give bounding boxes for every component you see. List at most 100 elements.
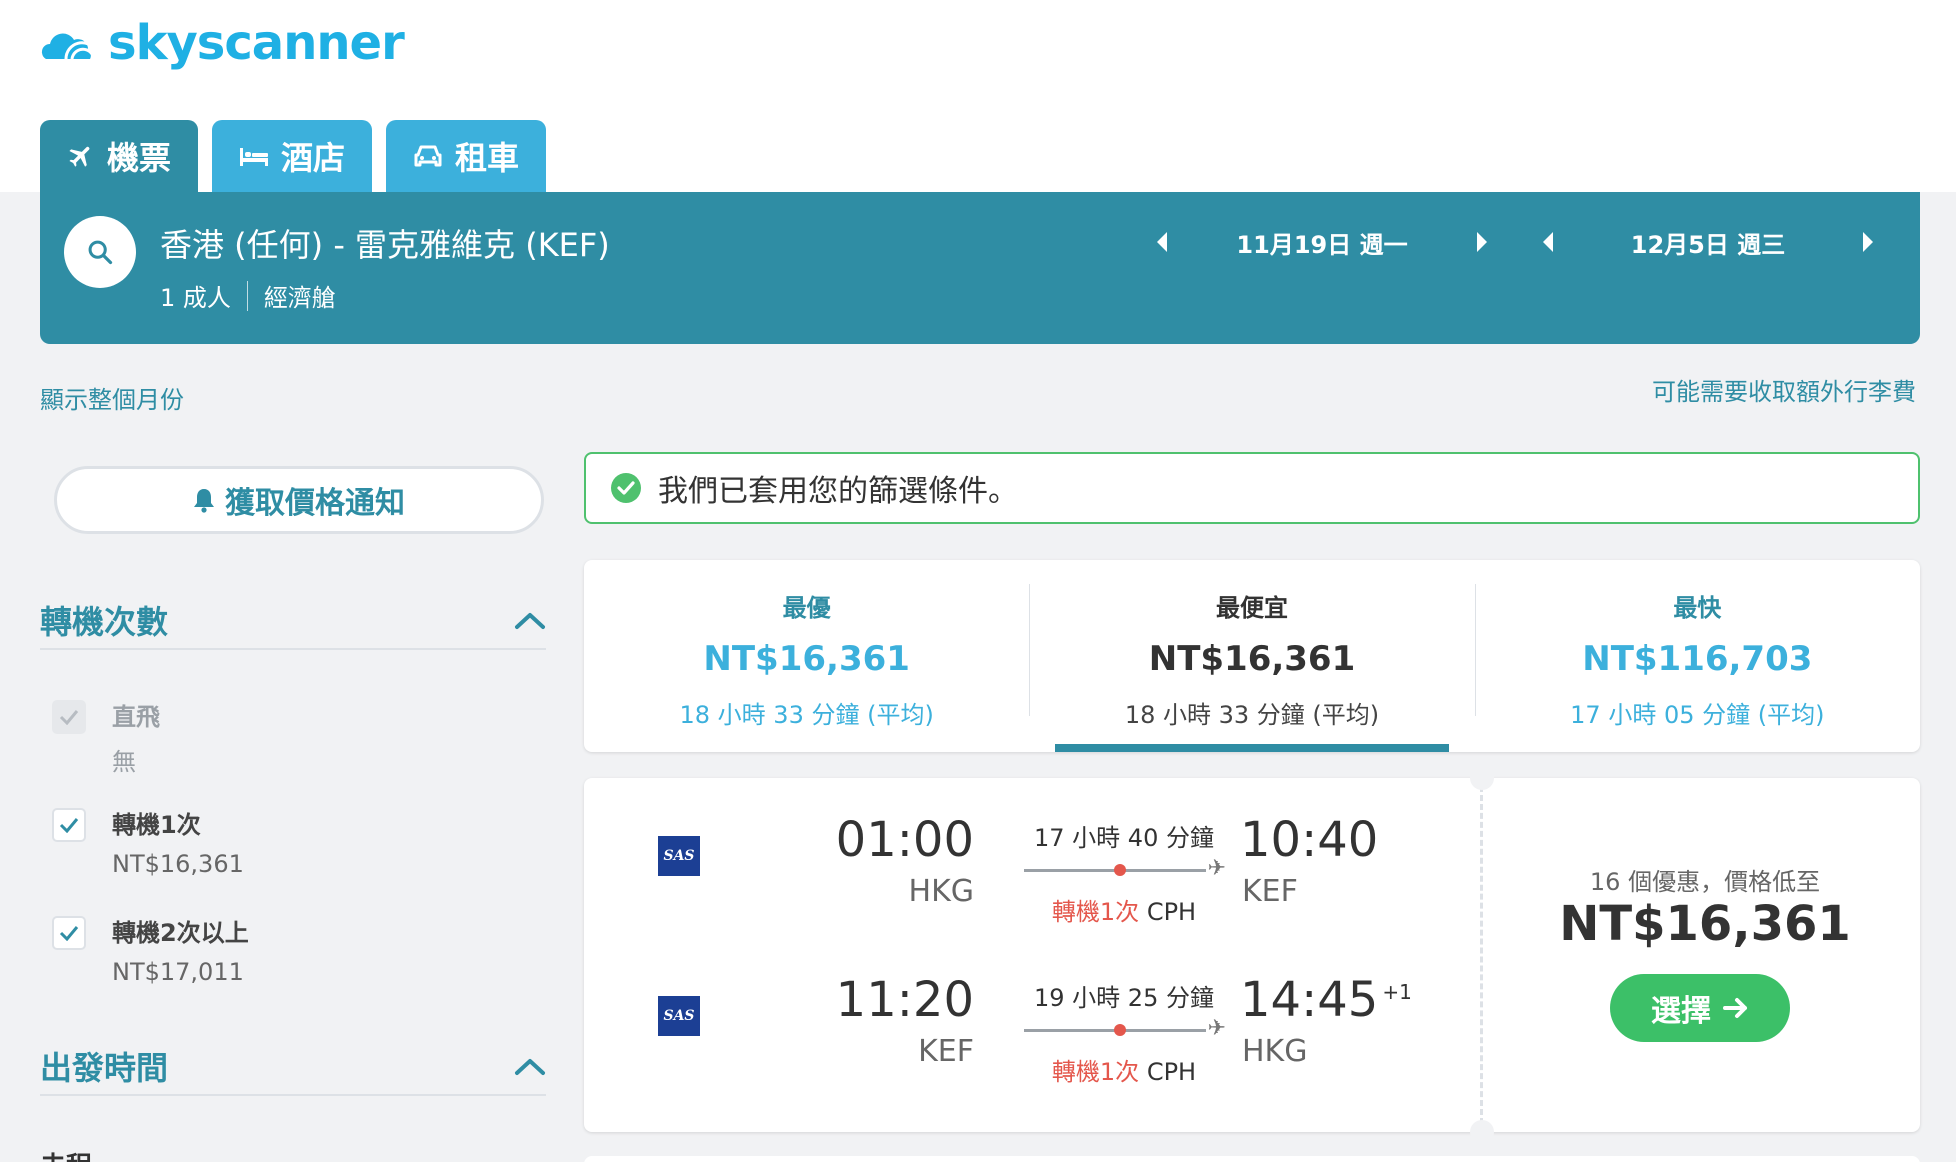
sort-duration: 18 小時 33 分鐘 (平均)	[1124, 701, 1380, 729]
car-icon	[414, 145, 442, 167]
price-alert-label: 獲取價格通知	[225, 486, 405, 521]
sort-price: NT$116,703	[1582, 639, 1813, 679]
lowest-price: NT$16,361	[1559, 896, 1851, 952]
filters-applied-notice: 我們已套用您的篩選條件。	[584, 452, 1920, 524]
skyscanner-logo[interactable]: skyscanner	[40, 10, 405, 76]
baggage-fees-link[interactable]: 可能需要收取額外行李費	[1652, 372, 1916, 407]
checkmark-icon	[59, 710, 79, 725]
outbound-prev-day-button[interactable]	[1142, 222, 1182, 262]
departure-airport: KEF	[918, 1034, 974, 1069]
tab-car-hire[interactable]: 租車	[386, 120, 546, 192]
one-stop-checkbox[interactable]	[52, 808, 86, 842]
plane-icon	[69, 146, 90, 167]
stop-option-direct: 直飛 無	[52, 700, 160, 777]
route-line: ✈	[1024, 856, 1226, 881]
return-leg: SAS 11:20 KEF 19 小時 25 分鐘 ✈ 轉機1次 CPH 14:…	[584, 972, 1464, 1112]
arrival-time: 14:45 +1	[1240, 972, 1412, 1028]
departure-time-filter-header[interactable]: 出發時間	[40, 1038, 546, 1096]
ticket-divider	[1480, 786, 1483, 1124]
departure-time: 01:00	[835, 812, 974, 868]
search-summary-bar: 香港 (任何) - 雷克雅維克 (KEF) 1 成人 經濟艙 11月19日 週一…	[40, 192, 1920, 344]
bell-icon	[194, 489, 214, 513]
tab-flights[interactable]: 機票	[40, 120, 198, 192]
sort-options: 最優 NT$16,361 18 小時 33 分鐘 (平均) 最便宜 NT$16,…	[584, 560, 1920, 752]
show-whole-month-link[interactable]: 顯示整個月份	[40, 380, 184, 415]
chevron-up-icon	[515, 1059, 545, 1075]
edit-search-button[interactable]	[64, 216, 136, 288]
plane-icon: ✈	[1207, 1016, 1226, 1041]
sas-logo: SAS	[658, 996, 700, 1036]
departure-airport: HKG	[908, 874, 974, 909]
return-date[interactable]: 12月5日 週三	[1568, 225, 1848, 260]
stops-filter-header[interactable]: 轉機次數	[40, 592, 546, 650]
product-tabs: 機票 酒店 租車	[40, 120, 546, 192]
tab-hotels[interactable]: 酒店	[212, 120, 372, 192]
stop-option-one-stop[interactable]: 轉機1次 NT$16,361	[52, 808, 244, 878]
flight-duration: 19 小時 25 分鐘	[1034, 984, 1214, 1012]
direct-price: 無	[112, 748, 136, 776]
return-date-nav: 12月5日 週三	[1528, 222, 1888, 262]
plane-icon: ✈	[1207, 856, 1226, 881]
stop-count: 轉機1次	[1051, 1058, 1140, 1086]
stop-info: 轉機1次 CPH	[1024, 892, 1224, 927]
trip-meta[interactable]: 1 成人 經濟艙	[160, 278, 336, 313]
checkmark-icon	[59, 818, 79, 833]
arrival-time: 10:40	[1240, 812, 1382, 868]
brand-name: skyscanner	[108, 15, 405, 71]
select-button[interactable]: 選擇	[1610, 974, 1790, 1042]
select-label: 選擇	[1651, 994, 1711, 1029]
tab-label: 酒店	[280, 139, 345, 177]
stop-dot	[1114, 864, 1126, 876]
divider	[246, 280, 248, 311]
two-plus-stops-label: 轉機2次以上	[112, 919, 249, 947]
direct-checkbox	[52, 700, 86, 734]
route-summary[interactable]: 香港 (任何) - 雷克雅維克 (KEF)	[160, 220, 610, 266]
outbound-leg: SAS 01:00 HKG 17 小時 40 分鐘 ✈ 轉機1次 CPH 10:…	[584, 812, 1464, 952]
outbound-date-nav: 11月19日 週一	[1142, 222, 1502, 262]
sort-fastest[interactable]: 最快 NT$116,703 17 小時 05 分鐘 (平均)	[1474, 560, 1920, 752]
checkmark-icon	[59, 926, 79, 941]
arrival-time-value: 14:45	[1240, 972, 1379, 1028]
passenger-count: 1 成人	[160, 284, 231, 312]
caret-left-icon	[1543, 232, 1553, 252]
arrow-right-icon	[1723, 998, 1747, 1018]
return-prev-day-button[interactable]	[1528, 222, 1568, 262]
stops-filter-title: 轉機次數	[40, 603, 169, 641]
arrival-airport: KEF	[1242, 874, 1298, 909]
outbound-date[interactable]: 11月19日 週一	[1182, 225, 1462, 260]
sort-title: 最快	[1673, 594, 1722, 622]
arrival-time-value: 10:40	[1240, 812, 1379, 868]
sort-price: NT$16,361	[1148, 639, 1356, 679]
one-stop-label: 轉機1次	[112, 811, 201, 839]
price-alert-button[interactable]: 獲取價格通知	[54, 466, 544, 534]
outbound-next-day-button[interactable]	[1462, 222, 1502, 262]
bed-icon	[239, 148, 268, 166]
sort-best[interactable]: 最優 NT$16,361 18 小時 33 分鐘 (平均)	[584, 560, 1029, 752]
one-stop-price: NT$16,361	[112, 850, 244, 878]
selected-tab-indicator	[1055, 744, 1449, 752]
flight-duration: 17 小時 40 分鐘	[1034, 824, 1214, 852]
sort-title: 最優	[782, 594, 831, 622]
arrival-airport: HKG	[1242, 1034, 1308, 1069]
chevron-up-icon	[515, 613, 545, 629]
direct-label: 直飛	[112, 703, 160, 731]
sort-title: 最便宜	[1215, 594, 1288, 622]
search-icon	[88, 240, 113, 265]
stop-option-two-plus-stops[interactable]: 轉機2次以上 NT$17,011	[52, 916, 249, 986]
return-next-day-button[interactable]	[1848, 222, 1888, 262]
outbound-time-label: 去程	[40, 1146, 92, 1162]
sort-cheapest[interactable]: 最便宜 NT$16,361 18 小時 33 分鐘 (平均)	[1029, 560, 1474, 752]
departure-time-filter-title: 出發時間	[40, 1049, 169, 1087]
stop-info: 轉機1次 CPH	[1024, 1052, 1224, 1087]
next-result-card[interactable]	[584, 1156, 1920, 1162]
two-plus-stops-checkbox[interactable]	[52, 916, 86, 950]
notice-text: 我們已套用您的篩選條件。	[658, 474, 1018, 509]
cabin-class: 經濟艙	[263, 284, 336, 312]
stop-dot	[1114, 1024, 1126, 1036]
flight-result-card[interactable]: SAS 01:00 HKG 17 小時 40 分鐘 ✈ 轉機1次 CPH 10:…	[584, 766, 1920, 1144]
tab-label: 租車	[454, 139, 519, 177]
check-circle-icon	[611, 473, 641, 503]
sort-price: NT$16,361	[703, 639, 910, 679]
two-plus-stops-price: NT$17,011	[112, 958, 244, 986]
stop-count: 轉機1次	[1051, 898, 1140, 926]
